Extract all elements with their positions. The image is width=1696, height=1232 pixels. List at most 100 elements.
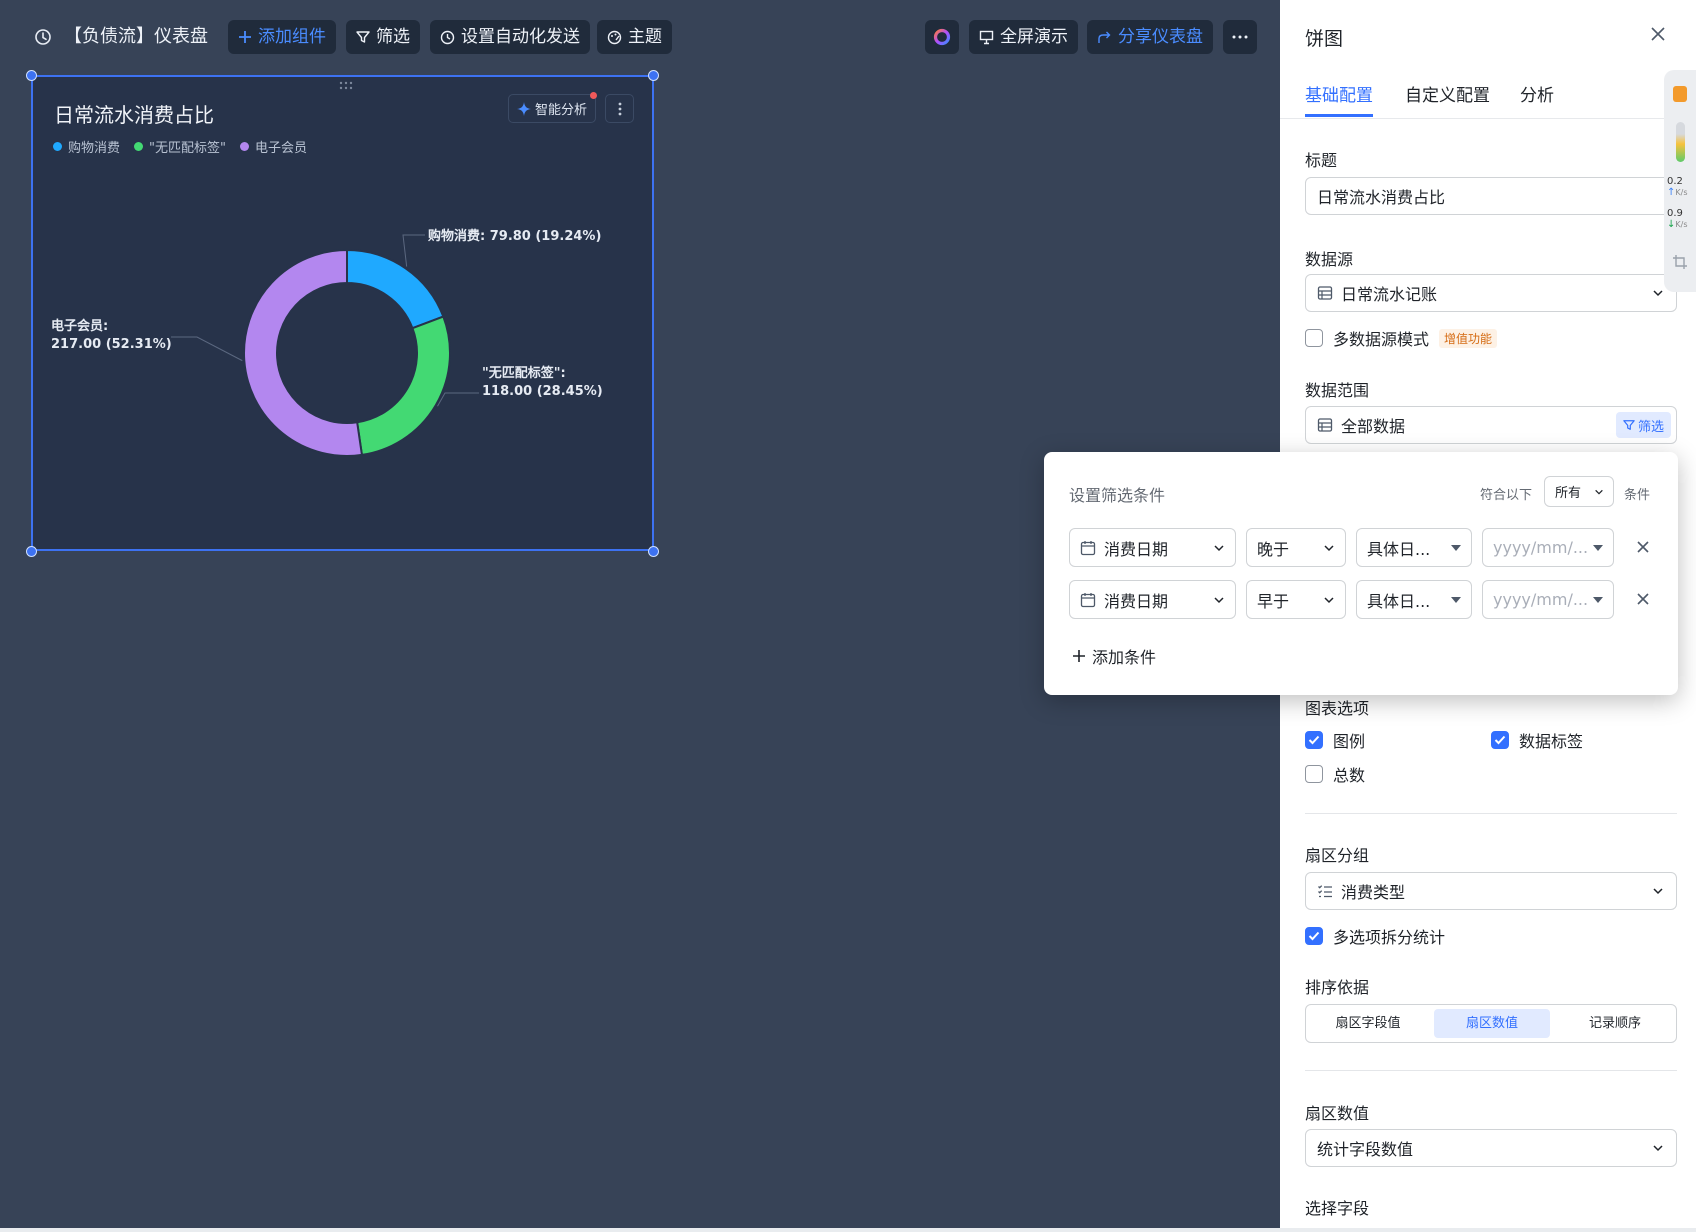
condition-1-operator-select[interactable]: 晚于	[1246, 528, 1346, 567]
multi-source-label: 多数据源模式	[1333, 330, 1430, 349]
filter-button[interactable]: 筛选	[346, 20, 420, 54]
tab-divider	[1280, 118, 1696, 119]
condition-1-mode-select[interactable]: 具体日...	[1356, 528, 1472, 567]
resize-handle-top-left[interactable]	[26, 70, 37, 81]
close-icon[interactable]	[1650, 26, 1666, 42]
total-option-label: 总数	[1333, 766, 1366, 785]
multi-source-checkbox[interactable]: 多数据源模式 增值功能	[1305, 326, 1498, 350]
filter-conditions-popup: 设置筛选条件 符合以下 所有 条件 消费日期 晚于 具体日... yyyy/mm…	[1044, 452, 1678, 695]
more-horizontal-icon	[1232, 35, 1248, 39]
automation-icon	[440, 30, 455, 45]
sort-segmented-control: 扇区字段值 扇区数值 记录顺序	[1305, 1004, 1677, 1043]
pie-slice[interactable]	[356, 315, 451, 457]
tab-analysis[interactable]: 分析	[1520, 81, 1554, 106]
remove-condition-icon[interactable]	[1636, 592, 1650, 606]
total-option-checkbox[interactable]: 总数	[1305, 762, 1365, 786]
bottom-scrollbar	[0, 1228, 1696, 1232]
checkbox-checked	[1305, 927, 1323, 945]
data-label: 购物消费: 79.80 (19.24%)	[428, 228, 601, 244]
multi-split-checkbox[interactable]: 多选项拆分统计	[1305, 924, 1445, 948]
ai-ring-icon	[932, 27, 952, 47]
sort-option-sector-value[interactable]: 扇区数值	[1434, 1009, 1550, 1038]
sort-option-field-value[interactable]: 扇区字段值	[1310, 1009, 1426, 1038]
pie-slice[interactable]	[346, 248, 445, 330]
match-suffix: 条件	[1624, 488, 1651, 503]
field-select-label: 选择字段	[1305, 1199, 1370, 1218]
value-select-value: 统计字段数值	[1317, 1140, 1414, 1159]
fullscreen-present-button[interactable]: 全屏演示	[969, 20, 1078, 54]
chevron-down-icon	[1324, 597, 1334, 604]
pie-slice[interactable]	[243, 248, 364, 457]
presentation-icon	[979, 30, 994, 45]
data-label-option-checkbox[interactable]: 数据标签	[1491, 728, 1583, 752]
condition-2-field-select[interactable]: 消费日期	[1069, 580, 1236, 619]
caret-down-icon	[1451, 597, 1461, 603]
add-condition-button[interactable]: 添加条件	[1072, 644, 1156, 668]
value-label: 扇区数值	[1305, 1104, 1370, 1123]
condition-1-operator: 晚于	[1257, 539, 1290, 559]
share-dashboard-button[interactable]: 分享仪表盘	[1087, 20, 1213, 54]
filter-icon	[356, 30, 370, 44]
resize-handle-bottom-right[interactable]	[648, 546, 659, 557]
add-condition-label: 添加条件	[1092, 648, 1157, 667]
chevron-down-icon	[1653, 888, 1663, 895]
condition-1-mode: 具体日...	[1367, 539, 1431, 559]
plus-icon	[238, 30, 252, 44]
table-icon	[1317, 417, 1333, 433]
popup-title: 设置筛选条件	[1069, 486, 1166, 505]
match-prefix: 符合以下	[1480, 488, 1533, 503]
more-button[interactable]	[1223, 20, 1257, 54]
chevron-down-icon	[1214, 545, 1224, 552]
condition-2-operator-select[interactable]: 早于	[1246, 580, 1346, 619]
theme-label: 主题	[628, 27, 662, 47]
range-filter-button[interactable]: 筛选	[1615, 412, 1671, 438]
remove-condition-icon[interactable]	[1636, 540, 1650, 554]
leader-line	[402, 234, 425, 267]
fullscreen-label: 全屏演示	[1000, 27, 1068, 47]
datasource-label: 数据源	[1305, 250, 1354, 269]
filter-label: 筛选	[376, 27, 410, 47]
sort-option-record-order[interactable]: 记录顺序	[1558, 1009, 1672, 1038]
datasource-value: 日常流水记账	[1341, 285, 1438, 304]
data-label: 217.00 (52.31%)	[51, 337, 172, 352]
resize-handle-top-right[interactable]	[648, 70, 659, 81]
condition-2-mode-select[interactable]: 具体日...	[1356, 580, 1472, 619]
palette-icon	[607, 30, 622, 45]
automation-button[interactable]: 设置自动化发送	[430, 20, 590, 54]
crop-icon[interactable]	[1672, 254, 1688, 270]
theme-button[interactable]: 主题	[597, 20, 672, 54]
group-select[interactable]: 消费类型	[1305, 872, 1677, 910]
condition-1-date-input[interactable]: yyyy/mm/...	[1482, 528, 1614, 567]
panel-title: 饼图	[1305, 28, 1344, 50]
add-component-button[interactable]: 添加组件	[228, 20, 336, 54]
network-monitor-widget: 0.2 ↑K/s 0.9 ↓K/s	[1664, 70, 1696, 292]
data-label: 118.00 (28.45%)	[482, 384, 603, 399]
pie-chart-card[interactable]: 日常流水消费占比 智能分析 购物消费 "无匹配标签" 电子会员 购物消费: 79…	[31, 75, 654, 551]
table-icon	[1317, 285, 1333, 301]
chevron-down-icon	[1214, 597, 1224, 604]
condition-2-date-input[interactable]: yyyy/mm/...	[1482, 580, 1614, 619]
alert-icon[interactable]	[1673, 86, 1687, 102]
plus-icon	[1073, 650, 1085, 662]
ai-assistant-button[interactable]	[925, 20, 959, 54]
datasource-select[interactable]: 日常流水记账	[1305, 274, 1677, 312]
condition-1-field-select[interactable]: 消费日期	[1069, 528, 1236, 567]
match-mode-select[interactable]: 所有	[1544, 476, 1614, 507]
meter-icon	[1676, 122, 1685, 162]
legend-option-checkbox[interactable]: 图例	[1305, 728, 1365, 752]
share-label: 分享仪表盘	[1118, 27, 1203, 47]
data-label: 电子会员:	[51, 318, 108, 334]
legend-option-label: 图例	[1333, 732, 1366, 751]
group-label: 扇区分组	[1305, 846, 1370, 865]
tab-basic-config[interactable]: 基础配置	[1305, 81, 1373, 106]
calendar-icon	[1080, 540, 1096, 555]
title-field-label: 标题	[1305, 151, 1338, 170]
data-range-field[interactable]: 全部数据 筛选	[1305, 406, 1677, 444]
title-input[interactable]: 日常流水消费占比	[1305, 177, 1677, 215]
caret-down-icon	[1451, 545, 1461, 551]
value-select[interactable]: 统计字段数值	[1305, 1129, 1677, 1167]
tab-custom-config[interactable]: 自定义配置	[1405, 81, 1490, 106]
chevron-down-icon	[1653, 290, 1663, 297]
resize-handle-bottom-left[interactable]	[26, 546, 37, 557]
history-icon[interactable]	[34, 28, 52, 46]
